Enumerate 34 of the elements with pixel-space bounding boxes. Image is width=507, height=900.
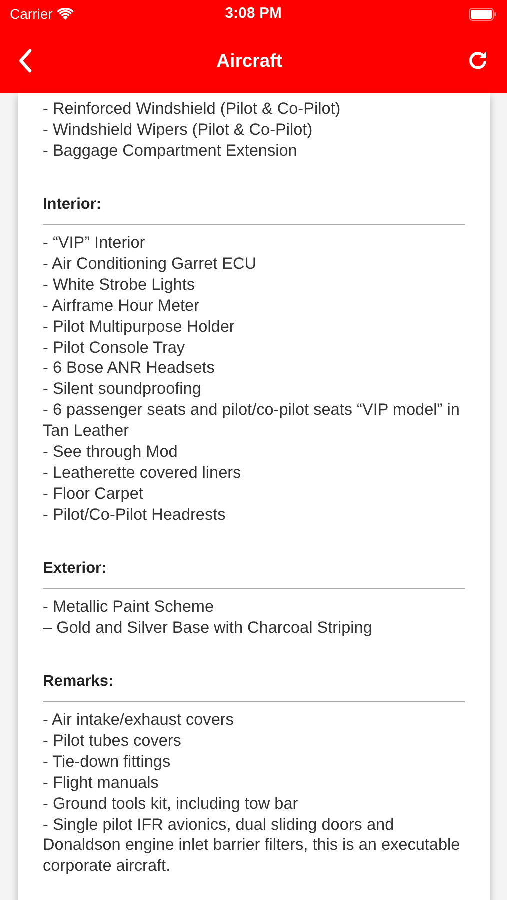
list-item: - Ground tools kit, including tow bar [43,794,300,814]
list-item: - Air intake/exhaust covers [43,710,235,731]
list-item: - Pilot/Co-Pilot Headrests [43,504,227,526]
carrier-name: Carrier [10,4,53,24]
list-item: - Single pilot IFR avionics, dual sliding doors and Donaldson engine inlet barrier filters, this is an executable corporate aircraft. [43,814,462,878]
status-time: 3:08 PM [225,4,282,24]
list-item: - 6 passenger seats and pilot/co-pilot seats “VIP model” in Tan Leather [43,400,461,442]
list-item: - Windshield Wipers (Pilot & Co-Pilot) [43,120,314,141]
list-item: - Leatherette covered liners [43,462,242,484]
list-item: - Floor Carpet [43,484,144,505]
list-item: - “VIP” Interior [43,232,146,254]
battery-icon [469,8,497,20]
list-item: - Pilot Console Tray [43,338,186,358]
section-heading: Interior: [43,162,465,225]
list-item: - Flight manuals [43,772,160,794]
list-item: - 6 Bose ANR Headsets [43,358,216,380]
list-item: - Pilot Multipurpose Holder [43,316,236,338]
list-item: - Silent soundproofing [43,379,202,400]
list-item: - Air Conditioning Garret ECU [43,254,258,275]
list-item: - Airframe Hour Meter [43,296,201,317]
list-item: - See through Mod [43,442,179,463]
list-item: – Gold and Silver Base with Charcoal Striping [43,618,374,639]
screen-title: Aircraft [216,48,282,73]
wifi-icon [56,8,74,20]
list-item: - Metallic Paint Scheme [43,596,216,618]
back-icon [18,48,32,72]
section-heading: Remarks: [43,638,465,702]
list-item: - Baggage Compartment Extension [43,140,298,162]
refresh-icon [467,50,489,72]
list-item: - Pilot tubes covers [43,730,182,752]
list-item: - White Strobe Lights [43,274,196,296]
list-item: - Reinforced Windshield (Pilot & Co-Pilot) [43,99,342,120]
list-item: - Tie-down fittings [43,752,172,773]
section-heading: Exterior: [43,526,465,589]
